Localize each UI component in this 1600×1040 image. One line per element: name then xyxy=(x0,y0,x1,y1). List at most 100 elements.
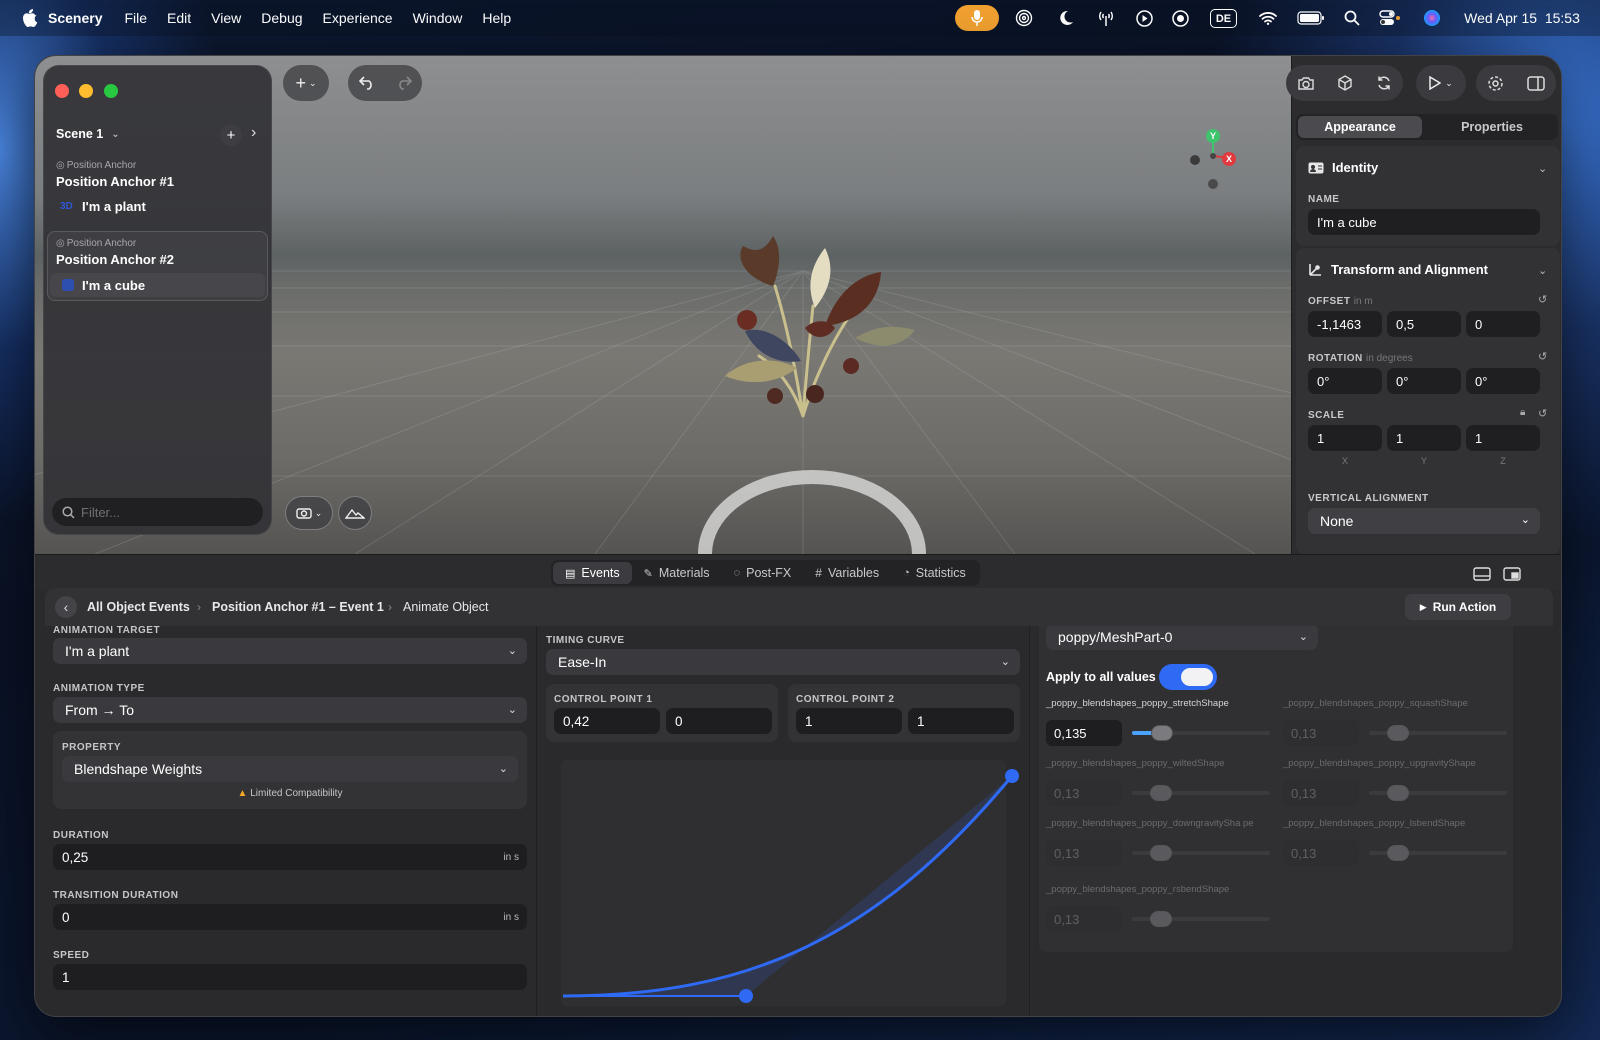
animation-type-select[interactable]: From → To ⌄ xyxy=(53,697,527,723)
reset-icon[interactable]: ↺ xyxy=(1538,407,1547,420)
antenna-icon[interactable] xyxy=(1094,0,1118,36)
plant-model[interactable] xyxy=(675,216,915,426)
transition-duration-field[interactable]: 0 in s xyxy=(53,904,527,930)
play-circle-icon[interactable] xyxy=(1132,0,1156,36)
camera-mode-button[interactable]: ⌄ xyxy=(285,496,333,530)
sidebar-item-plant[interactable]: 3D I'm a plant xyxy=(50,194,265,218)
moon-icon[interactable] xyxy=(1054,0,1078,36)
menu-app-name[interactable]: Scenery xyxy=(38,10,114,26)
search-icon[interactable] xyxy=(1340,0,1364,36)
blendshape-value-field[interactable]: 0,13 xyxy=(1046,840,1122,866)
tab-statistics[interactable]: ◔ Statistics xyxy=(891,562,978,584)
scale-z-field[interactable]: 1 xyxy=(1466,425,1540,451)
menu-window[interactable]: Window xyxy=(403,10,473,26)
timing-curve-select[interactable]: Ease-In ⌄ xyxy=(546,649,1020,675)
battery-icon[interactable] xyxy=(1295,0,1327,36)
tab-properties[interactable]: Properties xyxy=(1430,116,1554,138)
filter-field[interactable]: Filter... xyxy=(52,498,263,526)
apply-all-toggle[interactable] xyxy=(1159,664,1217,690)
keyboard-de-icon[interactable]: DE xyxy=(1210,9,1237,28)
scale-y-field[interactable]: 1 xyxy=(1387,425,1461,451)
slider-knob[interactable] xyxy=(1386,725,1409,741)
chevron-down-icon[interactable]: ⌄ xyxy=(1538,162,1547,175)
tab-appearance[interactable]: Appearance xyxy=(1298,116,1422,138)
siri-icon[interactable] xyxy=(1420,0,1444,36)
panel-bottom-icon[interactable] xyxy=(1473,567,1491,581)
offset-x-field[interactable]: -1,1463 xyxy=(1308,311,1382,337)
tab-events[interactable]: ▤ Events xyxy=(553,562,632,584)
wifi-icon[interactable] xyxy=(1256,0,1280,36)
offset-y-field[interactable]: 0,5 xyxy=(1387,311,1461,337)
chevron-down-icon[interactable]: ⌄ xyxy=(1538,264,1547,277)
breadcrumb-event[interactable]: Position Anchor #1 – Event 1 xyxy=(212,600,384,614)
menu-experience[interactable]: Experience xyxy=(313,10,403,26)
menu-edit[interactable]: Edit xyxy=(157,10,201,26)
tab-post-fx[interactable]: ◌ Post-FX xyxy=(722,562,804,584)
cp2-y-field[interactable]: 1 xyxy=(908,708,1014,734)
mesh-select[interactable]: poppy/MeshPart-0 ⌄ xyxy=(1046,626,1318,650)
menu-view[interactable]: View xyxy=(201,10,251,26)
tab-variables[interactable]: # Variables xyxy=(803,562,891,584)
zoom-button[interactable] xyxy=(104,84,118,98)
back-button[interactable]: ‹ xyxy=(55,596,77,618)
rotation-y-field[interactable]: 0° xyxy=(1387,368,1461,394)
slider-knob[interactable] xyxy=(1149,845,1172,861)
cube-3d-icon[interactable] xyxy=(1337,75,1353,91)
timing-curve-editor[interactable] xyxy=(546,750,1020,1017)
breadcrumb-all-events[interactable]: All Object Events xyxy=(87,600,190,614)
blendshape-value-field[interactable]: 0,13 xyxy=(1046,906,1122,932)
reset-icon[interactable]: ↺ xyxy=(1538,350,1547,363)
axis-gizmo[interactable]: Y X xyxy=(1183,128,1239,192)
cp1-y-field[interactable]: 0 xyxy=(666,708,772,734)
scale-x-field[interactable]: 1 xyxy=(1308,425,1382,451)
menubar-datetime[interactable]: Wed Apr 15 15:53 xyxy=(1452,0,1592,36)
control-handle-2[interactable] xyxy=(1005,769,1019,783)
rotation-x-field[interactable]: 0° xyxy=(1308,368,1382,394)
slider-knob[interactable] xyxy=(1150,725,1173,741)
speed-field[interactable]: 1 xyxy=(53,964,527,990)
sidebar-item-cube[interactable]: I'm a cube xyxy=(50,273,265,297)
camera-icon[interactable] xyxy=(1297,76,1315,91)
sidebar-right-icon[interactable] xyxy=(1527,75,1545,91)
anchor-1-name[interactable]: Position Anchor #1 xyxy=(56,174,174,189)
property-select[interactable]: Blendshape Weights ⌄ xyxy=(62,756,518,782)
apple-icon[interactable] xyxy=(22,9,38,27)
cp1-x-field[interactable]: 0,42 xyxy=(554,708,660,734)
slider-knob[interactable] xyxy=(1149,785,1172,801)
blendshape-value-field[interactable]: 0,13 xyxy=(1283,780,1359,806)
run-action-button[interactable]: ▶ Run Action xyxy=(1405,594,1511,620)
slider-knob[interactable] xyxy=(1386,785,1409,801)
blendshape-value-field[interactable]: 0,13 xyxy=(1283,720,1359,746)
control-handle-1[interactable] xyxy=(739,989,753,1003)
control-center-icon[interactable] xyxy=(1376,0,1404,36)
chevron-right-icon[interactable]: › xyxy=(251,124,256,142)
environment-button[interactable] xyxy=(338,496,372,530)
panel-float-icon[interactable] xyxy=(1503,567,1521,581)
menu-help[interactable]: Help xyxy=(472,10,521,26)
anchor-2-name[interactable]: Position Anchor #2 xyxy=(56,252,174,267)
slider-knob[interactable] xyxy=(1149,911,1172,927)
minimize-button[interactable] xyxy=(79,84,93,98)
scene-selector[interactable]: Scene 1 ⌄ xyxy=(56,127,120,141)
scene-viewport[interactable]: Scene 1 ⌄ + › ◎ Position Anchor Position … xyxy=(35,56,1291,554)
blendshape-value-field[interactable]: 0,13 xyxy=(1046,780,1122,806)
offset-z-field[interactable]: 0 xyxy=(1466,311,1540,337)
undo-icon[interactable] xyxy=(358,76,375,90)
microphone-icon[interactable] xyxy=(955,5,999,31)
identity-header[interactable]: Identity xyxy=(1308,160,1378,175)
animation-target-select[interactable]: I'm a plant ⌄ xyxy=(53,638,527,664)
add-anchor-button[interactable]: + xyxy=(220,124,242,146)
refresh-icon[interactable] xyxy=(1376,75,1392,91)
record-icon[interactable] xyxy=(1168,0,1192,36)
gear-icon[interactable] xyxy=(1487,75,1504,92)
blendshape-value-field[interactable]: 0,135 xyxy=(1046,720,1122,746)
transform-header[interactable]: Transform and Alignment xyxy=(1308,262,1488,277)
fingerprint-icon[interactable] xyxy=(1012,0,1036,36)
lock-icon[interactable]: 🔒︎ xyxy=(1520,407,1525,418)
redo-icon[interactable] xyxy=(396,76,412,90)
vertical-alignment-select[interactable]: None ⌄ xyxy=(1308,508,1540,534)
reset-icon[interactable]: ↺ xyxy=(1538,293,1547,306)
duration-field[interactable]: 0,25 in s xyxy=(53,844,527,870)
cp2-x-field[interactable]: 1 xyxy=(796,708,902,734)
name-field[interactable]: I'm a cube xyxy=(1308,209,1540,235)
